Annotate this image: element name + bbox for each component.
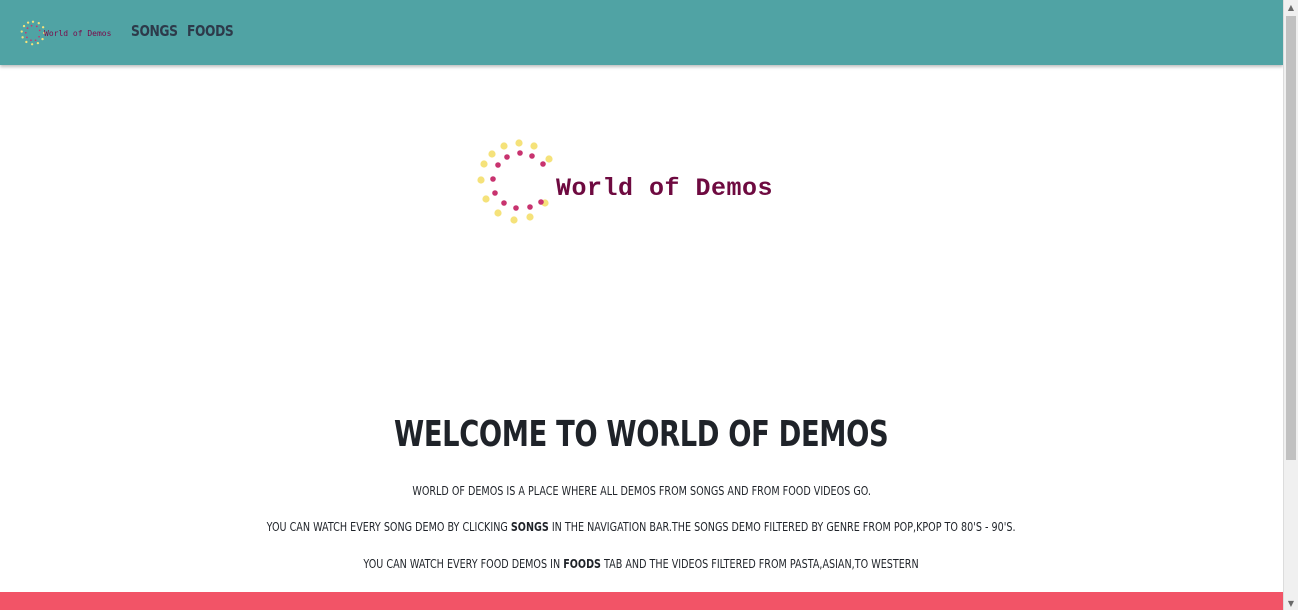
dotted-circle-logo-icon	[20, 20, 46, 46]
songs-keyword: SONGS	[511, 520, 550, 534]
dotted-circle-logo-icon	[477, 139, 553, 224]
foods-paragraph-after: TAB AND THE VIDEOS FILTERED FROM PASTA,A…	[601, 557, 920, 571]
hero-logo-text: World of Demos	[556, 174, 774, 203]
top-navbar: World of Demos SONGS FOODS	[0, 0, 1283, 65]
scroll-down-arrow-icon[interactable]: ▼	[1284, 596, 1298, 610]
scrollbar-thumb[interactable]	[1286, 16, 1296, 460]
brand-link[interactable]: World of Demos	[20, 18, 111, 48]
intro-paragraph: WORLD OF DEMOS IS A PLACE WHERE ALL DEMO…	[0, 484, 1283, 498]
songs-paragraph: YOU CAN WATCH EVERY SONG DEMO BY CLICKIN…	[0, 520, 1283, 534]
songs-paragraph-before: YOU CAN WATCH EVERY SONG DEMO BY CLICKIN…	[267, 520, 512, 534]
scroll-up-arrow-icon[interactable]: ▲	[1284, 0, 1298, 14]
nav-link-songs[interactable]: SONGS	[131, 22, 178, 40]
foods-paragraph-inner: YOU CAN WATCH EVERY FOOD DEMOS IN FOODS …	[364, 557, 919, 571]
welcome-title: WELCOME TO WORLD OF DEMOS	[0, 414, 1283, 455]
footer-bar	[0, 592, 1283, 610]
brand-text: World of Demos	[44, 28, 112, 38]
intro-paragraph-text: WORLD OF DEMOS IS A PLACE WHERE ALL DEMO…	[412, 484, 871, 498]
foods-keyword: FOODS	[563, 557, 602, 571]
nav-link-foods[interactable]: FOODS	[187, 22, 234, 40]
vertical-scrollbar[interactable]: ▲ ▼	[1283, 0, 1298, 610]
hero-logo: World of Demos	[474, 137, 814, 227]
welcome-title-text: WELCOME TO WORLD OF DEMOS	[394, 414, 889, 455]
songs-paragraph-after: IN THE NAVIGATION BAR.THE SONGS DEMO FIL…	[549, 520, 1016, 534]
songs-paragraph-inner: YOU CAN WATCH EVERY SONG DEMO BY CLICKIN…	[267, 520, 1016, 534]
foods-paragraph-before: YOU CAN WATCH EVERY FOOD DEMOS IN	[363, 557, 564, 571]
foods-paragraph: YOU CAN WATCH EVERY FOOD DEMOS IN FOODS …	[0, 557, 1283, 571]
page: World of Demos SONGS FOODS World of Demo…	[0, 0, 1283, 610]
